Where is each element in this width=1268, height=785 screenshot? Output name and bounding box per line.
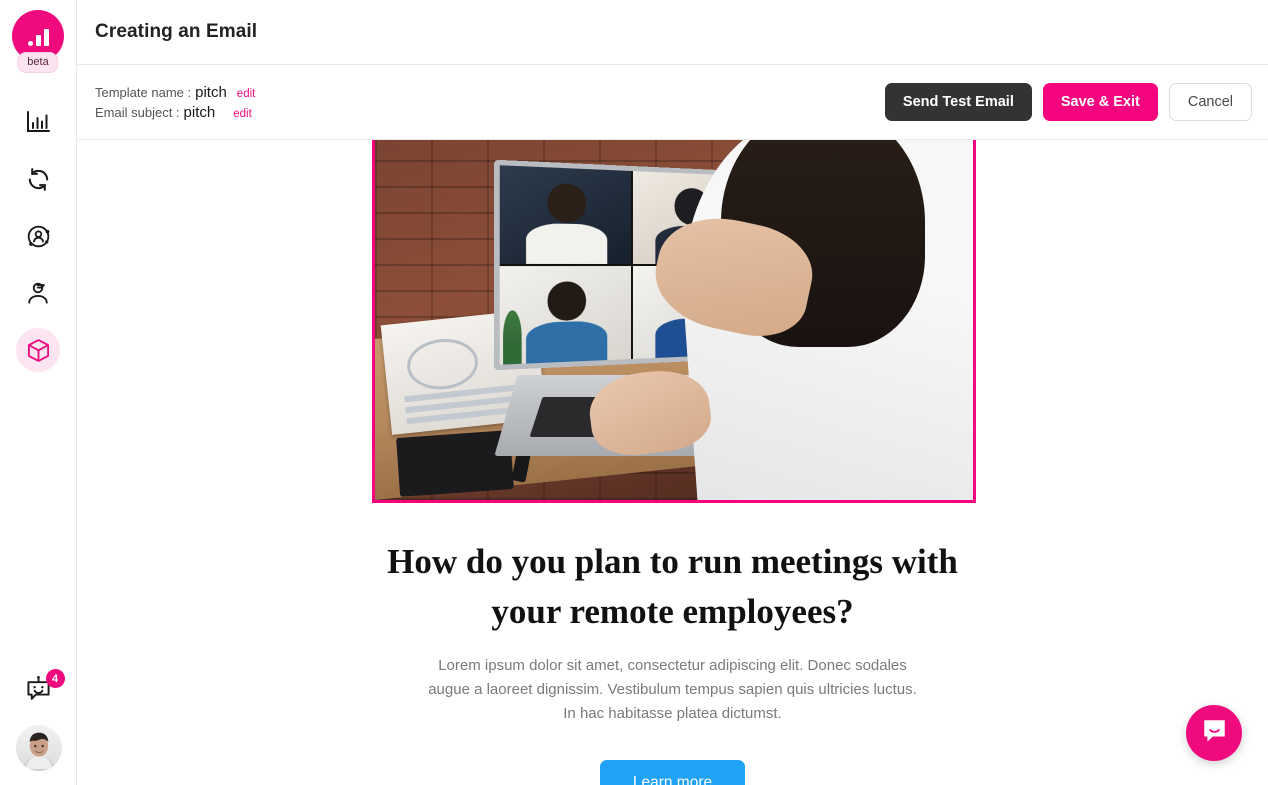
template-meta: Template name : pitch edit Email subject… <box>95 84 255 121</box>
email-body-text[interactable]: Lorem ipsum dolor sit amet, consectetur … <box>372 654 974 726</box>
main-area: Creating an Email Template name : pitch … <box>77 0 1268 785</box>
page-titlebar: Creating an Email <box>77 0 1268 65</box>
email-headline[interactable]: How do you plan to run meetings with you… <box>372 537 974 636</box>
email-subject-value: pitch <box>183 103 216 121</box>
save-and-exit-button[interactable]: Save & Exit <box>1042 83 1158 121</box>
left-sidebar: beta 4 <box>0 0 77 785</box>
email-subject-row: Email subject : pitch edit <box>95 104 255 121</box>
sidebar-item-analytics[interactable] <box>16 100 60 144</box>
email-cta-wrap: Learn more <box>372 760 974 785</box>
editor-toolbar: Template name : pitch edit Email subject… <box>77 65 1268 188</box>
intercom-chat-icon <box>1201 717 1228 749</box>
app-logo[interactable]: beta <box>12 10 64 73</box>
sidebar-item-persona[interactable] <box>16 271 60 315</box>
send-test-email-button[interactable]: Send Test Email <box>884 83 1032 121</box>
sidebar-item-sync[interactable] <box>16 157 60 201</box>
hero-image <box>374 140 973 500</box>
page-title: Creating an Email <box>95 21 258 42</box>
chat-launcher-button[interactable] <box>1186 705 1242 761</box>
template-name-edit-link[interactable]: edit <box>237 88 256 100</box>
email-image-block[interactable] <box>371 140 976 503</box>
sidebar-item-audience[interactable] <box>16 214 60 258</box>
beta-badge: beta <box>17 52 59 73</box>
template-name-value: pitch <box>195 83 227 101</box>
sidebar-item-templates[interactable] <box>16 328 60 372</box>
email-content: How do you plan to run meetings with you… <box>371 140 976 785</box>
template-name-label: Template name : <box>95 84 192 100</box>
chat-bot-button[interactable]: 4 <box>19 669 65 713</box>
chat-bot-badge: 4 <box>45 669 65 688</box>
cancel-button[interactable]: Cancel <box>1168 83 1252 121</box>
user-hat-icon <box>25 280 51 306</box>
bar-chart-icon <box>25 109 51 135</box>
sync-refresh-icon <box>25 166 52 193</box>
avatar-photo <box>15 725 62 771</box>
sidebar-nav <box>16 100 60 385</box>
toolbar-actions: Send Test Email Save & Exit Cancel <box>884 83 1252 121</box>
email-subject-edit-link[interactable]: edit <box>233 108 252 120</box>
email-canvas[interactable]: How do you plan to run meetings with you… <box>77 140 1268 785</box>
email-subject-label: Email subject : <box>95 104 180 120</box>
sidebar-bottom: 4 <box>0 669 77 771</box>
template-name-row: Template name : pitch edit <box>95 84 255 101</box>
app-root: beta 4 Creating an Email Template name:… <box>0 0 1268 785</box>
learn-more-button[interactable]: Learn more <box>599 760 746 785</box>
cube-box-icon <box>26 338 51 363</box>
avatar[interactable] <box>15 725 62 771</box>
user-network-icon <box>25 223 52 250</box>
